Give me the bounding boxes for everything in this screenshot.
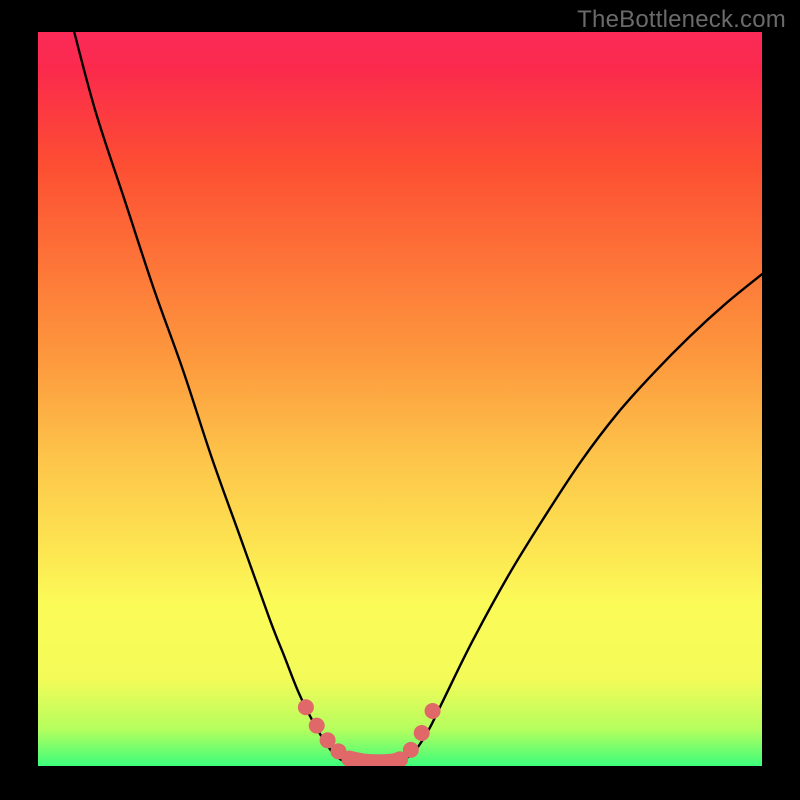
chart-frame: TheBottleneck.com bbox=[0, 0, 800, 800]
marker-floor-connector bbox=[349, 759, 400, 763]
marker-point bbox=[414, 725, 430, 741]
marker-point bbox=[309, 718, 325, 734]
curve-layer bbox=[38, 32, 762, 766]
marker-group bbox=[298, 699, 441, 766]
marker-point bbox=[425, 703, 441, 719]
marker-point bbox=[298, 699, 314, 715]
watermark-text: TheBottleneck.com bbox=[577, 6, 786, 34]
curve-right-branch bbox=[400, 274, 762, 762]
curve-left-branch bbox=[74, 32, 346, 762]
plot-area bbox=[38, 32, 762, 766]
